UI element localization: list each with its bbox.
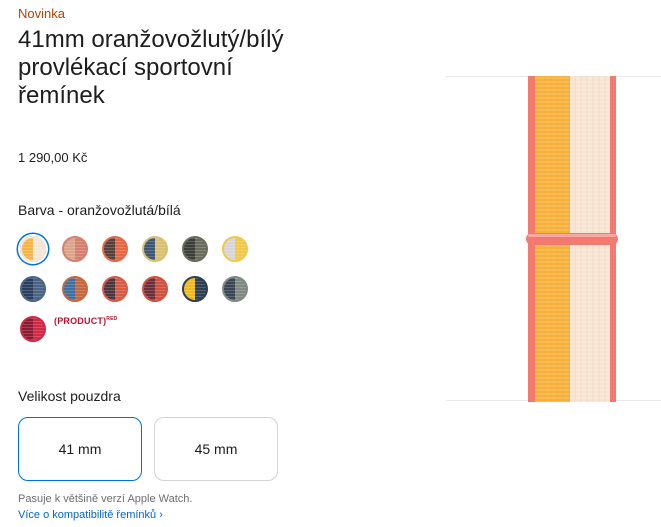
product-red-sup: RED <box>106 316 118 322</box>
swatch-maroon-orange[interactable] <box>142 276 168 302</box>
strap-loop-highlight <box>528 234 616 237</box>
swatch-pink-sand[interactable] <box>62 236 88 262</box>
swatch-olive[interactable] <box>182 236 208 262</box>
swatch-slate-grey[interactable] <box>222 276 248 302</box>
product-red-logo: (PRODUCT)RED <box>54 316 117 326</box>
swatch-yellow-navy[interactable] <box>182 276 208 302</box>
size-option-41mm[interactable]: 41 mm <box>18 417 142 481</box>
product-price: 1 290,00 Kč <box>18 150 88 165</box>
swatch-navy[interactable] <box>20 276 46 302</box>
product-red-text: (PRODUCT) <box>54 316 107 326</box>
size-label: Velikost pouzdra <box>18 388 121 404</box>
compatibility-link[interactable]: Více o kompatibilitě řemínků › <box>18 509 163 521</box>
new-badge: Novinka <box>18 6 65 21</box>
product-title: 41mm oranžovožlutý/bílý provlékací sport… <box>18 26 284 109</box>
swatch-product-red[interactable] <box>20 316 46 342</box>
size-option-45mm[interactable]: 45 mm <box>154 417 278 481</box>
product-image <box>446 76 661 402</box>
swatch-brown-orange[interactable] <box>102 236 128 262</box>
color-label: Barva - oranžovožlutá/bílá <box>18 202 181 218</box>
strap-image <box>526 76 618 402</box>
swatch-grey-yellow[interactable] <box>222 236 248 262</box>
swatch-blue-orange[interactable] <box>62 276 88 302</box>
swatch-plum-red[interactable] <box>102 276 128 302</box>
swatch-blue-yellow[interactable] <box>142 236 168 262</box>
compatibility-text: Pasuje k většině verzí Apple Watch. <box>18 493 193 505</box>
swatch-orange-white[interactable] <box>20 236 46 262</box>
